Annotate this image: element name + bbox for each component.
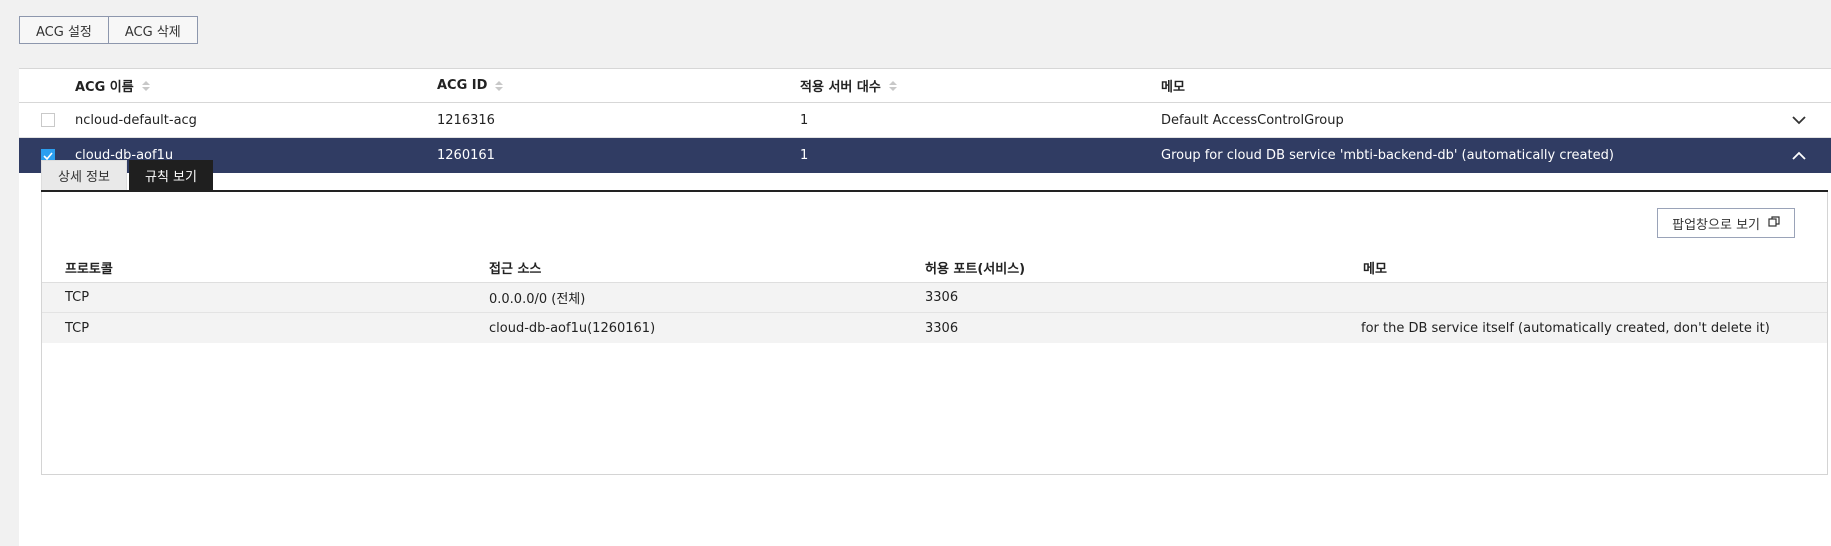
server-count: 1 [800, 148, 809, 163]
header-rule-memo: 메모 [1363, 262, 1387, 277]
tab-details[interactable]: 상세 정보 [41, 160, 127, 190]
header-memo: 메모 [1161, 80, 1185, 95]
open-popup-button[interactable]: 팝업창으로 보기 [1657, 208, 1795, 238]
collapse-button[interactable] [1791, 138, 1807, 173]
acg-id: 1260161 [437, 148, 495, 163]
server-count: 1 [800, 112, 809, 128]
header-protocol: 프로토콜 [65, 262, 113, 277]
rule-port: 3306 [925, 290, 959, 305]
tab-rules[interactable]: 규칙 보기 [128, 160, 213, 190]
sort-icon[interactable] [141, 80, 150, 91]
header-server-count[interactable]: 적용 서버 대수 [800, 69, 897, 102]
header-acg-id[interactable]: ACG ID [437, 69, 504, 102]
detail-tabs: 상세 정보 규칙 보기 [41, 160, 213, 190]
header-acg-name[interactable]: ACG 이름 [75, 69, 150, 102]
acg-table: ACG 이름 ACG ID 적용 서버 대수 메모 ncloud-default… [19, 68, 1831, 546]
rule-source: 0.0.0.0/0 (전체) [489, 292, 586, 307]
popup-window-icon [1768, 215, 1780, 231]
sort-icon[interactable] [888, 80, 897, 91]
acg-memo: Default AccessControlGroup [1161, 112, 1344, 128]
chevron-down-icon[interactable] [1791, 112, 1807, 128]
sort-icon[interactable] [495, 80, 504, 91]
acg-settings-button[interactable]: ACG 설정 [19, 16, 109, 44]
table-row-selected[interactable]: cloud-db-aof1u 1260161 1 Group for cloud… [19, 138, 1831, 173]
header-source: 접근 소스 [489, 262, 542, 277]
chevron-up-icon[interactable] [1791, 148, 1807, 164]
acg-name: ncloud-default-acg [75, 112, 197, 128]
checkbox-icon[interactable] [41, 113, 55, 127]
acg-delete-button[interactable]: ACG 삭제 [108, 16, 198, 44]
rule-memo: for the DB service itself (automatically… [1361, 320, 1770, 336]
acg-toolbar: ACG 설정 ACG 삭제 [19, 16, 198, 44]
rule-row: TCP cloud-db-aof1u(1260161) 3306 for the… [42, 313, 1827, 343]
acg-memo: Group for cloud DB service 'mbti-backend… [1161, 148, 1614, 163]
acg-table-header: ACG 이름 ACG ID 적용 서버 대수 메모 [19, 69, 1831, 103]
rule-port: 3306 [925, 320, 959, 336]
rules-panel: 팝업창으로 보기 프로토콜 접근 소스 허용 포트(서비스) 메모 TCP 0.… [41, 192, 1828, 475]
table-row[interactable]: ncloud-default-acg 1216316 1 Default Acc… [19, 103, 1831, 138]
rule-protocol: TCP [65, 320, 90, 336]
rule-protocol: TCP [65, 290, 90, 305]
rules-table-header: 프로토콜 접근 소스 허용 포트(서비스) 메모 [42, 253, 1827, 283]
rule-row: TCP 0.0.0.0/0 (전체) 3306 [42, 283, 1827, 313]
acg-id: 1216316 [437, 112, 495, 128]
row-checkbox[interactable] [41, 103, 55, 137]
expand-button[interactable] [1791, 103, 1807, 137]
header-port: 허용 포트(서비스) [925, 262, 1026, 277]
rule-source: cloud-db-aof1u(1260161) [489, 320, 656, 336]
